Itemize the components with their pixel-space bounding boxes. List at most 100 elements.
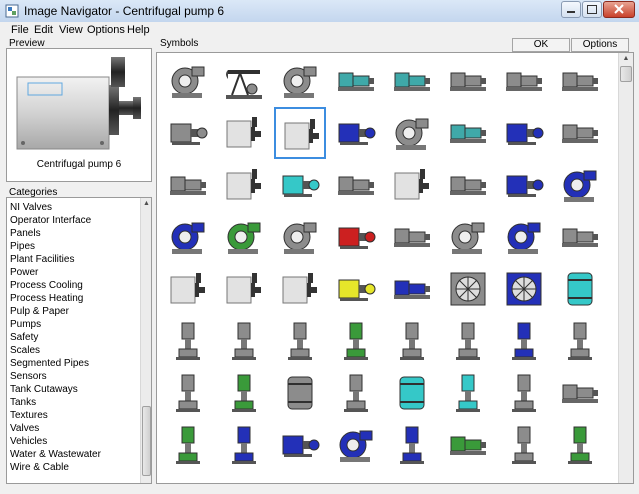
scroll-up-arrow-icon[interactable]: ▲ xyxy=(141,198,151,210)
symbol-cylinder-pump[interactable] xyxy=(386,159,438,211)
ok-button[interactable]: OK xyxy=(512,38,570,52)
symbol-fan-housing[interactable] xyxy=(442,263,494,315)
symbol-cyan-motor[interactable] xyxy=(386,367,438,419)
symbol-tank-pump[interactable] xyxy=(162,263,214,315)
category-item[interactable]: Segmented Pipes xyxy=(10,358,89,369)
symbol-motor-grey[interactable] xyxy=(554,211,606,263)
symbol-submersible-blue-1[interactable] xyxy=(218,419,270,471)
symbol-vertical-pump-green-2[interactable] xyxy=(218,367,270,419)
symbol-cyan-tank[interactable] xyxy=(554,263,606,315)
symbol-cyan-vertical-pump[interactable] xyxy=(442,367,494,419)
category-item[interactable]: Panels xyxy=(10,228,41,239)
symbol-submersible-blue-2[interactable] xyxy=(274,419,326,471)
symbol-pump-motor-teal[interactable] xyxy=(442,107,494,159)
symbol-centrifugal-pump-5[interactable] xyxy=(218,107,270,159)
maximize-button[interactable] xyxy=(582,1,602,18)
symbols-scrollbar[interactable]: ▲ xyxy=(618,53,633,483)
menu-options[interactable]: Options xyxy=(87,24,125,36)
options-button[interactable]: Options xyxy=(571,38,629,52)
menu-file[interactable]: File xyxy=(11,24,29,36)
category-item[interactable]: Wire & Cable xyxy=(10,462,69,473)
symbol-yellow-pump[interactable] xyxy=(330,263,382,315)
menu-help[interactable]: Help xyxy=(127,24,150,36)
symbol-vertical-pump-1[interactable] xyxy=(162,315,214,367)
category-item[interactable]: Plant Facilities xyxy=(10,254,74,265)
category-item[interactable]: Process Heating xyxy=(10,293,83,304)
symbol-submersible-blue-4[interactable] xyxy=(386,419,438,471)
symbol-centrifugal-pump-blue[interactable] xyxy=(330,107,382,159)
categories-scroll-thumb[interactable] xyxy=(142,406,151,476)
symbol-green-pump[interactable] xyxy=(218,211,270,263)
symbol-centrifugal-pump-6[interactable] xyxy=(274,107,326,159)
symbol-gear-pump[interactable] xyxy=(162,159,214,211)
symbol-centrifugal-pump-1[interactable] xyxy=(162,107,214,159)
symbol-vertical-motor-pump[interactable] xyxy=(162,367,214,419)
symbol-vertical-pump-4[interactable] xyxy=(386,315,438,367)
symbol-green-skid-pump[interactable] xyxy=(442,419,494,471)
category-item[interactable]: Operator Interface xyxy=(10,215,91,226)
symbol-pump-motor-blue[interactable] xyxy=(498,107,550,159)
category-item[interactable]: Tank Cutaways xyxy=(10,384,78,395)
categories-scrollbar[interactable]: ▲ xyxy=(140,198,151,483)
symbol-vertical-pump-5[interactable] xyxy=(442,315,494,367)
symbol-vertical-pump-7[interactable] xyxy=(330,367,382,419)
symbol-inline-pump-1[interactable] xyxy=(554,55,606,107)
symbol-column-pump[interactable] xyxy=(274,263,326,315)
category-item[interactable]: Vehicles xyxy=(10,436,47,447)
category-item[interactable]: Scales xyxy=(10,345,40,356)
symbol-volute-pump-blue[interactable] xyxy=(554,159,606,211)
menu-view[interactable]: View xyxy=(59,24,83,36)
symbol-skid-pump-teal-2[interactable] xyxy=(386,55,438,107)
symbol-base-pump[interactable] xyxy=(442,159,494,211)
category-item[interactable]: Valves xyxy=(10,423,39,434)
categories-list[interactable]: NI Valves Operator Interface Panels Pipes Pl… xyxy=(6,197,152,484)
symbol-split-case-pump[interactable] xyxy=(274,211,326,263)
category-item[interactable]: Pipes xyxy=(10,241,35,252)
symbol-small-vertical-pump-2[interactable] xyxy=(498,419,550,471)
category-item[interactable]: Safety xyxy=(10,332,38,343)
symbol-green-motor-pump[interactable] xyxy=(554,419,606,471)
symbol-pump-jack[interactable] xyxy=(218,55,270,107)
category-item[interactable]: Process Cooling xyxy=(10,280,83,291)
symbol-cutaway-pump[interactable] xyxy=(218,263,270,315)
menu-edit[interactable]: Edit xyxy=(34,24,53,36)
category-item[interactable]: Pulp & Paper xyxy=(10,306,69,317)
symbol-positive-displacement-pump[interactable] xyxy=(274,55,326,107)
symbol-blue-skid-pump[interactable] xyxy=(386,263,438,315)
symbol-small-blue-pump[interactable] xyxy=(498,159,550,211)
minimize-button[interactable] xyxy=(561,1,581,18)
symbol-submersible-green[interactable] xyxy=(162,419,214,471)
symbol-vertical-pump-6[interactable] xyxy=(554,315,606,367)
symbol-blue-fan-housing[interactable] xyxy=(498,263,550,315)
symbol-inline-motor-pump[interactable] xyxy=(554,367,606,419)
symbol-centrifugal-blower[interactable] xyxy=(162,55,214,107)
symbol-purple-pump[interactable] xyxy=(498,211,550,263)
symbol-motor-skid-pump[interactable] xyxy=(330,159,382,211)
symbol-motor-pump-1[interactable] xyxy=(442,55,494,107)
symbol-vertical-pump-blue[interactable] xyxy=(498,315,550,367)
symbol-skid-pump-teal-1[interactable] xyxy=(330,55,382,107)
close-button[interactable] xyxy=(603,1,635,18)
symbol-shaft-pump[interactable] xyxy=(554,107,606,159)
category-item[interactable]: Pumps xyxy=(10,319,41,330)
symbol-screw-pump[interactable] xyxy=(386,211,438,263)
symbol-framed-pump[interactable] xyxy=(218,159,270,211)
category-item[interactable]: NI Valves xyxy=(10,202,52,213)
symbols-scroll-thumb[interactable] xyxy=(620,66,632,82)
symbol-vertical-pump-2[interactable] xyxy=(218,315,270,367)
symbol-submersible-blue-3[interactable] xyxy=(330,419,382,471)
symbol-vertical-pump-3[interactable] xyxy=(274,315,326,367)
symbol-end-suction-pump[interactable] xyxy=(386,107,438,159)
symbol-small-vertical-pump[interactable] xyxy=(498,367,550,419)
category-item[interactable]: Water & Wastewater xyxy=(10,449,101,460)
category-item[interactable]: Textures xyxy=(10,410,48,421)
symbol-motor-pump-2[interactable] xyxy=(498,55,550,107)
symbol-vertical-pump-green[interactable] xyxy=(330,315,382,367)
symbol-grey-volute-pump[interactable] xyxy=(442,211,494,263)
symbol-blue-gear-pump[interactable] xyxy=(162,211,214,263)
category-item[interactable]: Power xyxy=(10,267,38,278)
symbol-red-pump[interactable] xyxy=(330,211,382,263)
scroll-up-arrow-icon[interactable]: ▲ xyxy=(619,53,633,65)
category-item[interactable]: Tanks xyxy=(10,397,36,408)
category-item[interactable]: Sensors xyxy=(10,371,47,382)
